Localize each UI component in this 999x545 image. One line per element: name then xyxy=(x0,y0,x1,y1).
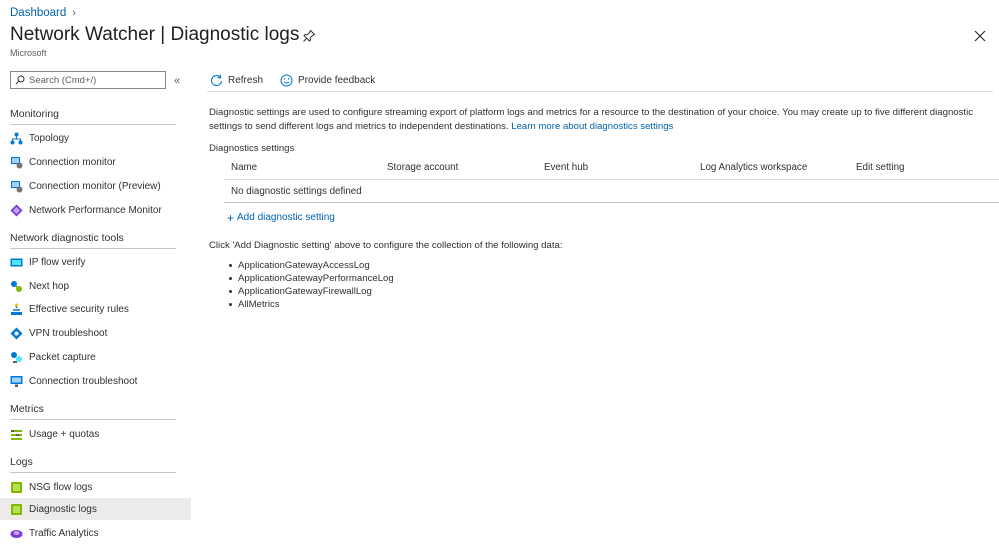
description-text: Diagnostic settings are used to configur… xyxy=(209,106,989,133)
sidebar-item-label: IP flow verify xyxy=(29,256,86,268)
page-title-sub: Diagnostic logs xyxy=(170,24,300,45)
traffic-analytics-icon xyxy=(10,527,23,540)
list-item: AllMetrics xyxy=(229,298,394,311)
refresh-icon xyxy=(210,74,223,87)
sidebar-item-label: Topology xyxy=(29,132,70,144)
sidebar-item-label: Diagnostic logs xyxy=(29,503,97,515)
sidebar-item-label: Connection monitor (Preview) xyxy=(29,180,161,192)
effective-security-rules-icon xyxy=(10,303,23,316)
refresh-button[interactable]: Refresh xyxy=(207,74,263,87)
nav-section-network-diagnostic-tools: Network diagnostic tools xyxy=(10,232,176,249)
empty-row-text: No diagnostic settings defined xyxy=(231,186,362,197)
nav-section-monitoring: Monitoring xyxy=(10,108,176,125)
breadcrumb-dashboard-link[interactable]: Dashboard xyxy=(10,7,66,19)
toolbar: Refresh Provide feedback xyxy=(207,70,993,92)
sidebar-item-usage-quotas[interactable]: Usage + quotas xyxy=(0,423,191,445)
table-row: No diagnostic settings defined xyxy=(224,180,999,203)
sidebar-item-effective-security-rules[interactable]: Effective security rules xyxy=(0,298,191,320)
sidebar-item-connection-troubleshoot[interactable]: Connection troubleshoot xyxy=(0,370,191,392)
network-performance-monitor-icon xyxy=(10,204,23,217)
nav-section-metrics: Metrics xyxy=(10,403,176,420)
sidebar-item-next-hop[interactable]: Next hop xyxy=(0,275,191,297)
connection-monitor-preview-icon xyxy=(10,180,23,193)
diagnostic-logs-icon xyxy=(10,503,23,516)
page-title-main: Network Watcher xyxy=(10,24,155,45)
packet-capture-icon xyxy=(10,351,23,364)
sidebar-item-connection-monitor[interactable]: Connection monitor xyxy=(0,151,191,173)
sidebar-item-ip-flow-verify[interactable]: IP flow verify xyxy=(0,251,191,273)
add-diagnostic-setting-button[interactable]: + Add diagnostic setting xyxy=(227,210,335,225)
sidebar-item-label: NSG flow logs xyxy=(29,481,93,493)
pin-icon[interactable] xyxy=(302,29,316,43)
connection-monitor-icon xyxy=(10,156,23,169)
list-item: ApplicationGatewayPerformanceLog xyxy=(229,272,394,285)
sidebar: « Monitoring Topology Connection monitor… xyxy=(0,62,191,545)
sidebar-item-label: Usage + quotas xyxy=(29,428,100,440)
sidebar-item-label: Packet capture xyxy=(29,351,96,363)
close-icon[interactable] xyxy=(973,29,987,43)
ip-flow-verify-icon xyxy=(10,256,23,269)
vpn-troubleshoot-icon xyxy=(10,327,23,340)
sidebar-item-packet-capture[interactable]: Packet capture xyxy=(0,346,191,368)
sidebar-item-traffic-analytics[interactable]: Traffic Analytics xyxy=(0,522,191,544)
click-info-text: Click 'Add Diagnostic setting' above to … xyxy=(209,240,563,251)
smiley-icon xyxy=(280,74,293,87)
sidebar-item-label: Traffic Analytics xyxy=(29,527,99,539)
topology-icon xyxy=(10,132,23,145)
list-item: ApplicationGatewayFirewallLog xyxy=(229,285,394,298)
search-icon xyxy=(15,75,25,85)
search-box[interactable] xyxy=(10,71,166,89)
column-header-edit-setting: Edit setting xyxy=(856,162,905,173)
column-header-name: Name xyxy=(231,162,258,173)
sidebar-item-connection-monitor-preview[interactable]: Connection monitor (Preview) xyxy=(0,175,191,197)
list-item: ApplicationGatewayAccessLog xyxy=(229,259,394,272)
sidebar-item-label: Network Performance Monitor xyxy=(29,204,162,216)
sidebar-item-vpn-troubleshoot[interactable]: VPN troubleshoot xyxy=(0,322,191,344)
diagnostics-settings-label: Diagnostics settings xyxy=(209,143,295,154)
collapse-sidebar-icon[interactable]: « xyxy=(174,75,180,87)
add-diagnostic-setting-label: Add diagnostic setting xyxy=(237,212,335,223)
page-title: Network Watcher | Diagnostic logs xyxy=(10,24,299,46)
sidebar-item-label: Connection troubleshoot xyxy=(29,375,138,387)
usage-quotas-icon xyxy=(10,428,23,441)
data-list: ApplicationGatewayAccessLog ApplicationG… xyxy=(229,259,394,311)
connection-troubleshoot-icon xyxy=(10,375,23,388)
sidebar-item-label: VPN troubleshoot xyxy=(29,327,108,339)
column-header-storage-account: Storage account xyxy=(387,162,459,173)
column-header-log-analytics-workspace: Log Analytics workspace xyxy=(700,162,808,173)
sidebar-item-label: Connection monitor xyxy=(29,156,116,168)
provide-feedback-label: Provide feedback xyxy=(298,75,376,86)
chevron-right-icon: › xyxy=(72,7,76,19)
search-input[interactable] xyxy=(29,74,159,86)
column-header-event-hub: Event hub xyxy=(544,162,589,173)
sidebar-item-label: Effective security rules xyxy=(29,303,129,315)
sidebar-item-nsg-flow-logs[interactable]: NSG flow logs xyxy=(0,476,191,498)
sidebar-item-label: Next hop xyxy=(29,280,70,292)
page-title-separator: | xyxy=(155,24,171,45)
provide-feedback-button[interactable]: Provide feedback xyxy=(277,74,375,87)
sidebar-item-diagnostic-logs[interactable]: Diagnostic logs xyxy=(0,498,191,520)
nsg-flow-logs-icon xyxy=(10,481,23,494)
table-header: Name Storage account Event hub Log Analy… xyxy=(224,159,999,180)
refresh-label: Refresh xyxy=(228,75,264,86)
nav-section-logs: Logs xyxy=(10,456,176,473)
sidebar-item-network-performance-monitor[interactable]: Network Performance Monitor xyxy=(0,199,191,221)
sidebar-item-topology[interactable]: Topology xyxy=(0,127,191,149)
plus-icon: + xyxy=(227,210,235,225)
learn-more-link[interactable]: Learn more about diagnostics settings xyxy=(511,121,673,132)
next-hop-icon xyxy=(10,280,23,293)
breadcrumb: Dashboard › xyxy=(10,7,76,19)
page-subtitle: Microsoft xyxy=(10,48,47,58)
